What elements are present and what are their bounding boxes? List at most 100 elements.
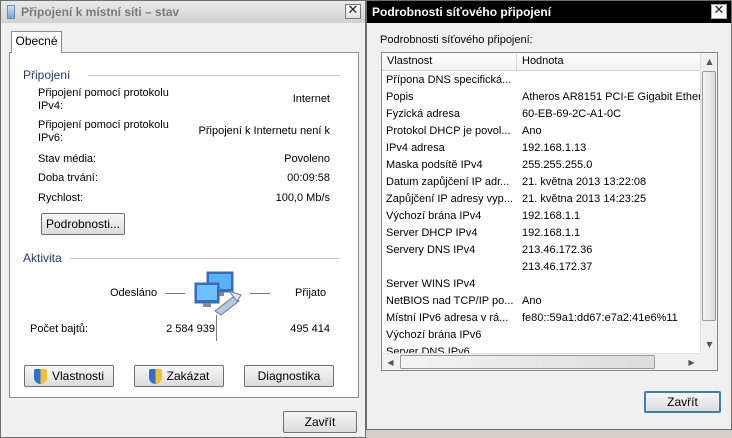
- general-tab-panel: Připojení Připojení pomocí protokolu IPv…: [9, 52, 359, 398]
- table-row[interactable]: Výchozí brána IPv4 192.168.1.1: [382, 208, 702, 225]
- tab-general[interactable]: Obecné: [11, 31, 62, 53]
- ipv6-connectivity-label: Připojení pomocí protokolu IPv6:: [38, 119, 169, 144]
- status-window-title: Připojení k místní síti – stav: [21, 5, 180, 19]
- horizontal-scroll-thumb[interactable]: [400, 355, 655, 369]
- bytes-divider: [216, 315, 217, 341]
- value-cell: 213.46.172.36: [522, 244, 593, 256]
- sent-label: Odesláno: [110, 287, 158, 299]
- bytes-sent-value: 2 584 939: [166, 323, 215, 335]
- table-row[interactable]: Popis Atheros AR8151 PCI-E Gigabit Ether…: [382, 89, 702, 106]
- value-cell: 21. května 2013 13:22:08: [522, 176, 647, 188]
- table-row[interactable]: Datum zapůjčení IP adr... 21. května 201…: [382, 174, 702, 191]
- status-window-close-icon[interactable]: ✕: [345, 4, 361, 19]
- table-row[interactable]: Zapůjčení IP adresy vyp... 21. května 20…: [382, 191, 702, 208]
- property-cell: Přípona DNS specifická...: [386, 74, 512, 86]
- bytes-label: Počet bajtů:: [30, 323, 89, 335]
- property-cell: NetBIOS nad TCP/IP po...: [386, 295, 514, 307]
- table-row[interactable]: Fyzická adresa 60-EB-69-2C-A1-0C: [382, 106, 702, 123]
- activity-group-title: Aktivita: [23, 251, 62, 265]
- details-window-close-icon[interactable]: ✕: [711, 4, 727, 19]
- property-cell: [382, 259, 518, 276]
- table-row[interactable]: Výchozí brána IPv6: [382, 327, 702, 344]
- column-value[interactable]: Hodnota: [517, 53, 702, 71]
- value-cell: [518, 276, 702, 293]
- table-row[interactable]: Server WINS IPv4: [382, 276, 702, 293]
- property-cell: Fyzická adresa: [386, 108, 460, 120]
- table-row[interactable]: Server DHCP IPv4 192.168.1.1: [382, 225, 702, 242]
- connection-group-divider: [88, 75, 340, 76]
- value-cell: 192.168.1.13: [522, 142, 587, 154]
- value-cell: 192.168.1.1: [522, 227, 581, 239]
- property-cell: Server WINS IPv4: [386, 278, 476, 290]
- value-cell: Ano: [522, 125, 542, 137]
- scroll-up-icon[interactable]: ▲: [701, 53, 717, 70]
- value-cell: [518, 72, 702, 89]
- details-window: Podrobnosti síťového připojení ✕ Podrobn…: [366, 0, 732, 430]
- value-cell: 60-EB-69-2C-A1-0C: [522, 108, 622, 120]
- details-list-header: Vlastnost Hodnota: [382, 53, 702, 71]
- property-cell: IPv4 adresa: [386, 142, 445, 154]
- details-button[interactable]: Podrobnosti...: [41, 213, 125, 235]
- received-line: [250, 293, 270, 294]
- value-cell: 192.168.1.1: [522, 210, 581, 222]
- table-row[interactable]: NetBIOS nad TCP/IP po... Ano: [382, 293, 702, 310]
- duration-value: 00:09:58: [287, 172, 330, 184]
- ipv4-connectivity-label: Připojení pomocí protokolu IPv4:: [38, 87, 169, 112]
- scrollbar-corner: [700, 353, 717, 370]
- value-cell: 21. května 2013 14:23:25: [522, 193, 647, 205]
- network-icon: [7, 5, 15, 19]
- property-cell: Datum zapůjčení IP adr...: [386, 176, 510, 188]
- table-row[interactable]: Servery DNS IPv4 213.46.172.36: [382, 242, 702, 259]
- property-cell: Maska podsítě IPv4: [386, 159, 483, 171]
- property-cell: Místní IPv6 adresa v rá...: [386, 312, 509, 324]
- media-state-value: Povoleno: [284, 153, 330, 165]
- bytes-received-value: 495 414: [290, 323, 330, 335]
- duration-label: Doba trvání:: [38, 172, 98, 184]
- details-section-label: Podrobnosti síťového připojení:: [380, 34, 533, 46]
- table-row[interactable]: Přípona DNS specifická...: [382, 72, 702, 89]
- properties-button-label: Vlastnosti: [51, 369, 105, 383]
- uac-shield-icon: [33, 368, 47, 384]
- table-row[interactable]: Protokol DHCP je povol... Ano: [382, 123, 702, 140]
- status-window: Připojení k místní síti – stav ✕ Obecné …: [0, 0, 366, 438]
- received-label: Přijato: [295, 287, 327, 299]
- details-window-titlebar[interactable]: Podrobnosti síťového připojení ✕: [367, 1, 731, 23]
- property-cell: Výchozí brána IPv6: [386, 329, 482, 341]
- value-cell: fe80::59a1:dd67:e7a2:41e6%11: [522, 312, 678, 324]
- table-row[interactable]: Místní IPv6 adresa v rá... fe80::59a1:dd…: [382, 310, 702, 327]
- value-cell: Ano: [522, 295, 542, 307]
- status-window-titlebar[interactable]: Připojení k místní síti – stav ✕: [1, 1, 365, 23]
- details-window-title: Podrobnosti síťového připojení: [372, 5, 552, 19]
- property-cell: Zapůjčení IP adresy vyp...: [386, 193, 513, 205]
- property-cell: Protokol DHCP je povol...: [386, 125, 511, 137]
- uac-shield-icon: [148, 368, 162, 384]
- disable-button[interactable]: Zakázat: [134, 365, 224, 387]
- ipv6-connectivity-value: Připojení k Internetu není k: [198, 125, 330, 137]
- activity-group-divider: [70, 258, 340, 259]
- scroll-left-icon[interactable]: ◀: [382, 354, 399, 370]
- scroll-down-icon[interactable]: ▼: [701, 336, 717, 353]
- properties-button[interactable]: Vlastnosti: [24, 365, 114, 387]
- disable-button-label: Zakázat: [166, 369, 210, 383]
- table-row[interactable]: 213.46.172.37: [382, 259, 702, 276]
- value-cell: Atheros AR8151 PCI-E Gigabit Etherne: [522, 91, 702, 103]
- vertical-scrollbar[interactable]: ▲ ▼: [700, 53, 717, 353]
- table-row[interactable]: IPv4 adresa 192.168.1.13: [382, 140, 702, 157]
- ipv4-connectivity-value: Internet: [292, 93, 330, 105]
- details-close-button[interactable]: Zavřít: [644, 391, 721, 413]
- property-cell: Server DHCP IPv4: [386, 227, 478, 239]
- column-property[interactable]: Vlastnost: [382, 53, 517, 71]
- horizontal-scrollbar[interactable]: ◀ ▶: [382, 353, 700, 370]
- property-cell: Výchozí brána IPv4: [386, 210, 482, 222]
- speed-label: Rychlost:: [38, 192, 84, 204]
- value-cell: [518, 327, 702, 344]
- speed-value: 100,0 Mb/s: [275, 192, 330, 204]
- table-row[interactable]: Maska podsítě IPv4 255.255.255.0: [382, 157, 702, 174]
- details-listview[interactable]: Vlastnost Hodnota Přípona DNS specifická…: [381, 52, 718, 371]
- property-cell: Popis: [386, 91, 414, 103]
- diagnose-button[interactable]: Diagnostika: [244, 365, 334, 387]
- status-close-button[interactable]: Zavřít: [283, 411, 357, 433]
- media-state-label: Stav média:: [38, 153, 97, 165]
- scroll-right-icon[interactable]: ▶: [683, 354, 700, 370]
- vertical-scroll-thumb[interactable]: [702, 71, 716, 321]
